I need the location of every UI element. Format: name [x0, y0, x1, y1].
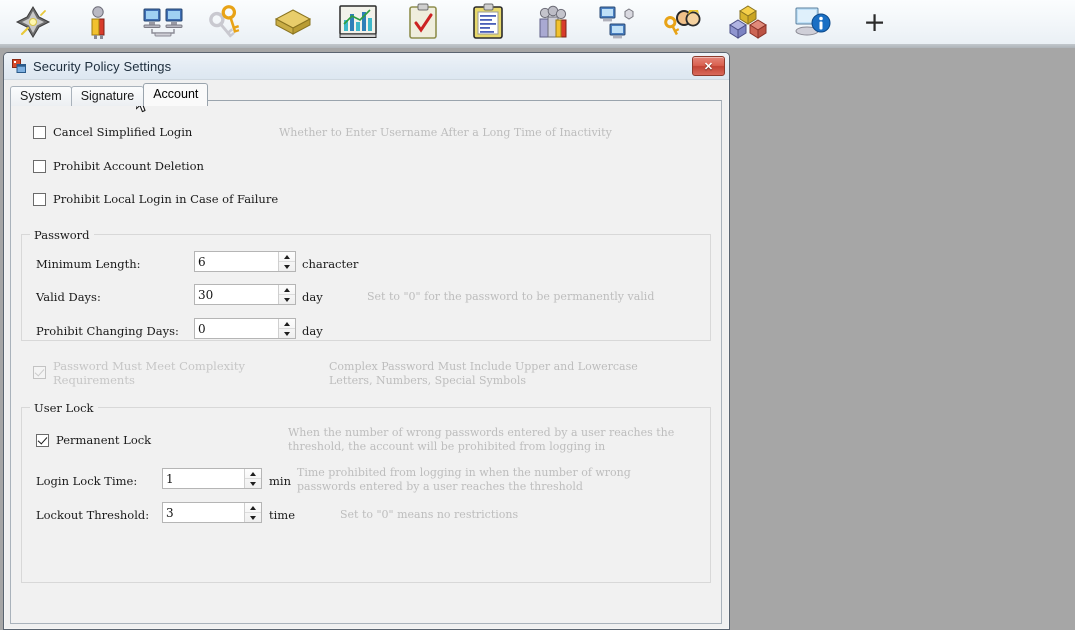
login-lock-time-unit: min — [269, 474, 291, 488]
password-complexity-hint: Complex Password Must Include Upper and … — [329, 360, 638, 387]
minimum-length-unit: character — [302, 257, 359, 271]
lockout-threshold-label: Lockout Threshold: — [36, 508, 150, 522]
add-button[interactable]: + — [845, 0, 910, 45]
prohibit-changing-days-value[interactable]: 0 — [195, 319, 278, 338]
cancel-simplified-login-label: Cancel Simplified Login — [53, 125, 193, 139]
keys-permission-icon[interactable] — [195, 0, 260, 45]
security-policy-settings-dialog: Security Policy Settings ✕ System Signat… — [3, 52, 730, 630]
checkbox-row-password-complexity: Password Must Meet Complexity Requiremen… — [33, 359, 245, 387]
lockout-threshold-spin-buttons[interactable] — [244, 503, 261, 522]
lockout-threshold-unit: time — [269, 508, 296, 522]
prohibit-account-deletion-label: Prohibit Account Deletion — [53, 159, 204, 173]
valid-days-spin-up[interactable] — [279, 285, 295, 295]
dialog-titlebar[interactable]: Security Policy Settings ✕ — [4, 53, 729, 80]
minimum-length-spinner[interactable]: 6 — [194, 251, 296, 272]
checkbox-row-prohibit-local-login[interactable]: Prohibit Local Login in Case of Failure — [33, 192, 278, 206]
checkbox-row-cancel-simplified-login[interactable]: Cancel Simplified Login — [33, 125, 192, 139]
password-group: Password Minimum Length: 6 character Val… — [21, 228, 711, 341]
checkbox-row-permanent-lock[interactable]: Permanent Lock — [36, 433, 151, 447]
valid-days-hint: Set to "0" for the password to be perman… — [367, 290, 655, 303]
valid-days-spinner[interactable]: 30 — [194, 284, 296, 305]
minimum-length-spin-buttons[interactable] — [278, 252, 295, 271]
prohibit-changing-days-label: Prohibit Changing Days: — [36, 324, 179, 338]
user-group-icon[interactable] — [520, 0, 585, 45]
prohibit-changing-days-spin-up[interactable] — [279, 319, 295, 329]
user-person-icon[interactable] — [65, 0, 130, 45]
login-lock-time-spinner[interactable]: 1 — [162, 468, 262, 489]
password-group-title: Password — [30, 228, 94, 242]
bar-chart-monitor-icon[interactable] — [325, 0, 390, 45]
password-complexity-checkbox — [33, 366, 46, 379]
key-user-icon[interactable] — [650, 0, 715, 45]
permanent-lock-label: Permanent Lock — [56, 433, 152, 447]
valid-days-label: Valid Days: — [36, 290, 101, 304]
prohibit-changing-days-unit: day — [302, 324, 323, 338]
valid-days-unit: day — [302, 290, 323, 304]
clipboard-document-icon[interactable] — [455, 0, 520, 45]
checkbox-row-prohibit-account-deletion[interactable]: Prohibit Account Deletion — [33, 159, 204, 173]
color-blocks-icon[interactable] — [715, 0, 780, 45]
valid-days-value[interactable]: 30 — [195, 285, 278, 304]
prohibit-changing-days-spinner[interactable]: 0 — [194, 318, 296, 339]
permanent-lock-checkbox[interactable] — [36, 433, 49, 447]
minimum-length-value[interactable]: 6 — [195, 252, 278, 271]
close-icon[interactable]: ✕ — [692, 56, 725, 76]
minimum-length-label: Minimum Length: — [36, 257, 141, 271]
lockout-threshold-spinner[interactable]: 3 — [162, 502, 262, 523]
login-lock-time-spin-up[interactable] — [245, 469, 261, 479]
cancel-simplified-login-hint: Whether to Enter Username After a Long T… — [279, 126, 612, 139]
plus-icon: + — [863, 6, 886, 38]
tab-account[interactable]: Account — [143, 83, 209, 106]
device-sync-icon[interactable] — [585, 0, 650, 45]
user-lock-group-title: User Lock — [30, 401, 98, 415]
account-tab-panel: Cancel Simplified Login Whether to Enter… — [10, 100, 722, 624]
application-toolbar: + — [0, 0, 1075, 48]
password-complexity-label: Password Must Meet Complexity Requiremen… — [53, 359, 245, 387]
lockout-threshold-value[interactable]: 3 — [163, 503, 244, 522]
clipboard-check-icon[interactable] — [390, 0, 455, 45]
permanent-lock-hint: When the number of wrong passwords enter… — [288, 426, 675, 453]
lockout-threshold-hint: Set to "0" means no restrictions — [340, 508, 519, 521]
login-lock-time-value[interactable]: 1 — [163, 469, 244, 488]
prohibit-account-deletion-checkbox[interactable] — [33, 159, 46, 173]
login-lock-time-spin-down[interactable] — [245, 479, 261, 488]
prohibit-changing-days-spin-down[interactable] — [279, 329, 295, 338]
tab-strip: System Signature Account — [10, 83, 729, 106]
network-computers-icon[interactable] — [130, 0, 195, 45]
prohibit-local-login-label: Prohibit Local Login in Case of Failure — [53, 192, 279, 206]
dialog-title: Security Policy Settings — [33, 58, 172, 74]
minimum-length-spin-down[interactable] — [279, 262, 295, 271]
app-window-icon — [12, 59, 26, 73]
screen: + Security Policy Settings ✕ System Sign… — [0, 0, 1075, 630]
minimum-length-spin-up[interactable] — [279, 252, 295, 262]
prohibit-local-login-checkbox[interactable] — [33, 192, 46, 206]
lockout-threshold-spin-up[interactable] — [245, 503, 261, 513]
monitor-info-icon[interactable] — [780, 0, 845, 45]
lockout-threshold-spin-down[interactable] — [245, 513, 261, 522]
login-lock-time-label: Login Lock Time: — [36, 474, 138, 488]
wizard-sparkle-icon[interactable] — [0, 0, 65, 45]
valid-days-spin-buttons[interactable] — [278, 285, 295, 304]
tab-system[interactable]: System — [10, 86, 72, 106]
login-lock-time-spin-buttons[interactable] — [244, 469, 261, 488]
prohibit-changing-days-spin-buttons[interactable] — [278, 319, 295, 338]
login-lock-time-hint: Time prohibited from logging in when the… — [297, 466, 631, 493]
cancel-simplified-login-checkbox[interactable] — [33, 125, 46, 139]
valid-days-spin-down[interactable] — [279, 295, 295, 304]
user-lock-group: User Lock Permanent Lock When the number… — [21, 401, 711, 583]
tab-signature[interactable]: Signature — [70, 86, 145, 106]
package-box-icon[interactable] — [260, 0, 325, 45]
